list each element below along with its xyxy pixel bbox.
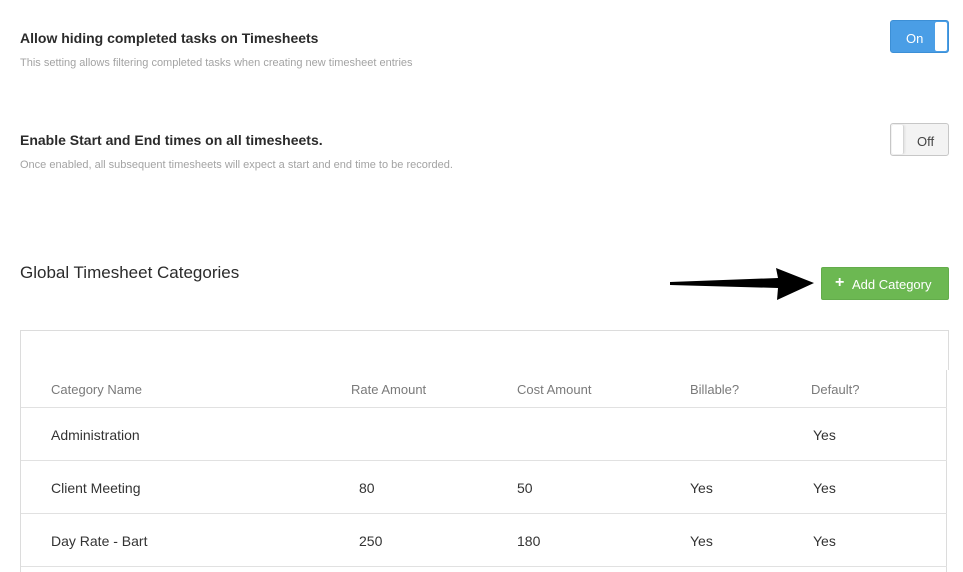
- section-title: Global Timesheet Categories: [20, 263, 240, 282]
- rate-amount-cell: 250: [359, 533, 383, 549]
- column-header-default[interactable]: Default?: [811, 382, 859, 397]
- setting-description: This setting allows filtering completed …: [20, 57, 413, 69]
- column-header-cost-amount[interactable]: Cost Amount: [517, 382, 591, 397]
- cost-amount-cell: 50: [517, 480, 533, 496]
- setting-title: Enable Start and End times on all timesh…: [20, 132, 323, 148]
- rate-amount-cell: 80: [359, 480, 375, 496]
- hide-completed-tasks-toggle[interactable]: On: [890, 20, 949, 53]
- panel-edge-cover: [947, 370, 949, 572]
- toggle-knob: [935, 22, 947, 51]
- start-end-times-toggle[interactable]: Off: [890, 123, 949, 156]
- category-name-cell: Client Meeting: [51, 480, 141, 496]
- table-right-border: [946, 370, 947, 572]
- billable-cell: Yes: [690, 480, 713, 496]
- default-cell: Yes: [813, 533, 836, 549]
- column-header-billable[interactable]: Billable?: [690, 382, 739, 397]
- plus-icon: +: [835, 274, 845, 291]
- toggle-knob: [892, 125, 904, 154]
- category-name-cell: Administration: [51, 427, 140, 443]
- billable-cell: Yes: [690, 533, 713, 549]
- toggle-label: On: [906, 31, 924, 46]
- column-header-rate-amount[interactable]: Rate Amount: [351, 382, 426, 397]
- row-divider: [21, 407, 947, 408]
- setting-title: Allow hiding completed tasks on Timeshee…: [20, 30, 319, 46]
- add-category-button[interactable]: + Add Category: [821, 267, 949, 300]
- setting-hide-completed-tasks: Allow hiding completed tasks on Timeshee…: [20, 30, 413, 69]
- toggle-label: Off: [917, 134, 935, 149]
- add-category-label: Add Category: [852, 277, 932, 292]
- row-divider: [21, 566, 947, 567]
- row-divider: [21, 460, 947, 461]
- setting-description: Once enabled, all subsequent timesheets …: [20, 159, 453, 171]
- cost-amount-cell: 180: [517, 533, 541, 549]
- category-name-cell: Day Rate - Bart: [51, 533, 148, 549]
- row-divider: [21, 513, 947, 514]
- annotation-arrow: [670, 268, 814, 300]
- setting-start-end-times: Enable Start and End times on all timesh…: [20, 132, 453, 171]
- default-cell: Yes: [813, 427, 836, 443]
- default-cell: Yes: [813, 480, 836, 496]
- categories-table: [20, 330, 949, 572]
- column-header-category-name[interactable]: Category Name: [51, 382, 142, 397]
